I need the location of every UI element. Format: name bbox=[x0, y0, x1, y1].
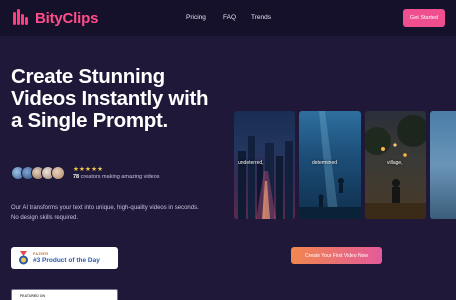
video-thumbnail-city[interactable]: undeterred, bbox=[234, 111, 295, 219]
creators-count: 78 bbox=[73, 174, 80, 180]
hero-headline: Create Stunning Videos Instantly with a … bbox=[11, 65, 209, 132]
creators-count-text: 78 creators making amazing videos bbox=[73, 174, 160, 180]
top-navbar: BityClips Pricing FAQ Trends Get Started bbox=[0, 0, 456, 36]
avatar bbox=[51, 166, 65, 180]
fazier-badge[interactable]: FAZIER #3 Product of the Day bbox=[11, 247, 118, 269]
featured-badge[interactable]: FEATURED ON bbox=[11, 289, 118, 300]
badge-title: #3 Product of the Day bbox=[33, 257, 100, 264]
get-started-button[interactable]: Get Started bbox=[403, 9, 445, 27]
badge-source: FAZIER bbox=[33, 252, 49, 256]
nav-link-faq[interactable]: FAQ bbox=[223, 14, 236, 21]
creator-avatars bbox=[11, 166, 71, 180]
logo-bars-icon bbox=[12, 9, 30, 27]
creators-label: creators making amazing videos bbox=[80, 174, 160, 180]
video-caption: undeterred, bbox=[238, 160, 264, 166]
brand-logo[interactable]: BityClips bbox=[12, 8, 98, 28]
nav-link-pricing[interactable]: Pricing bbox=[186, 14, 206, 21]
medal-icon bbox=[19, 251, 28, 265]
create-first-video-button[interactable]: Create Your First Video Now bbox=[291, 247, 382, 264]
hero-description: Our AI transforms your text into unique,… bbox=[11, 205, 199, 221]
rating-stars: ★★★★★ bbox=[73, 166, 104, 173]
video-caption: determined bbox=[312, 160, 338, 166]
video-thumbnail-partial[interactable] bbox=[430, 111, 456, 219]
video-thumbnail-village[interactable]: village, bbox=[365, 111, 426, 219]
video-caption: village, bbox=[387, 160, 403, 166]
nav-link-trends[interactable]: Trends bbox=[251, 14, 271, 21]
video-thumbnail-underwater[interactable]: determined bbox=[299, 111, 361, 219]
featured-label: FEATURED ON bbox=[20, 294, 46, 298]
brand-name: BityClips bbox=[35, 9, 99, 27]
